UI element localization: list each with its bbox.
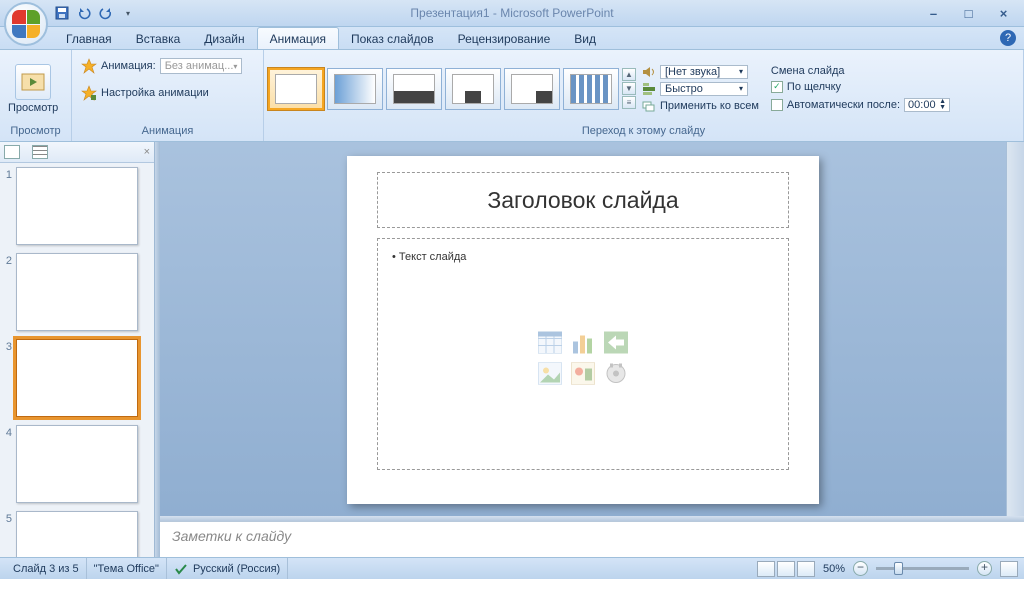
transition-speed-dropdown[interactable]: Быстро▾ xyxy=(660,82,748,96)
transition-sound-dropdown[interactable]: [Нет звука]▾ xyxy=(660,65,748,79)
minimize-button[interactable]: – xyxy=(923,5,944,21)
gallery-up-icon[interactable]: ▲ xyxy=(622,68,636,81)
content-placeholder[interactable]: • Текст слайда xyxy=(377,238,789,470)
transition-item-4[interactable] xyxy=(445,68,501,110)
slide-thumb-2[interactable] xyxy=(16,253,138,331)
preview-label: Просмотр xyxy=(8,102,58,114)
transition-speed-row[interactable]: Быстро▾ xyxy=(642,81,759,97)
status-theme: "Тема Office" xyxy=(87,558,167,579)
maximize-button[interactable]: □ xyxy=(958,5,979,21)
thumb-number: 3 xyxy=(2,339,12,353)
slide-thumb-1[interactable] xyxy=(16,167,138,245)
spellcheck-icon xyxy=(174,562,188,576)
qat-menu-icon[interactable]: ▾ xyxy=(120,5,136,21)
panel-close-icon[interactable]: × xyxy=(144,146,150,158)
tab-design[interactable]: Дизайн xyxy=(192,28,256,49)
auto-after-checkbox[interactable]: Автоматически после: 00:00▲▼ xyxy=(771,97,950,113)
status-language[interactable]: Русский (Россия) xyxy=(167,558,288,579)
window-title: Презентация1 - Microsoft PowerPoint xyxy=(410,6,613,20)
status-slide-count: Слайд 3 из 5 xyxy=(6,558,87,579)
tab-review[interactable]: Рецензирование xyxy=(446,28,563,49)
transition-gallery: ▲ ▼ ≡ xyxy=(268,64,636,114)
thumb-number: 5 xyxy=(2,511,12,525)
gallery-down-icon[interactable]: ▼ xyxy=(622,82,636,95)
transition-item-5[interactable] xyxy=(504,68,560,110)
content-insert-icons xyxy=(536,329,630,386)
thumb-number: 1 xyxy=(2,167,12,181)
advance-title: Смена слайда xyxy=(771,65,950,77)
notes-pane[interactable]: Заметки к слайду xyxy=(160,521,1024,557)
slide-thumbnails: 1 2 3 4 5 xyxy=(0,163,154,557)
office-button[interactable] xyxy=(4,2,48,46)
on-click-checkbox[interactable]: ✓ По щелчку xyxy=(771,80,950,94)
help-icon[interactable]: ? xyxy=(1000,30,1016,46)
preview-button[interactable]: Просмотр xyxy=(4,62,62,116)
office-logo-icon xyxy=(12,10,40,38)
slide-thumb-5[interactable] xyxy=(16,511,138,557)
group-transition-label: Переход к этому слайду xyxy=(268,125,1019,139)
insert-clipart-icon[interactable] xyxy=(569,360,597,386)
zoom-percent[interactable]: 50% xyxy=(823,563,845,575)
transition-sound-row[interactable]: [Нет звука]▾ xyxy=(642,64,759,80)
zoom-slider-thumb[interactable] xyxy=(894,562,903,575)
redo-icon[interactable] xyxy=(98,5,114,21)
vertical-scrollbar[interactable] xyxy=(1006,142,1024,516)
preview-icon xyxy=(15,64,51,100)
zoom-slider[interactable] xyxy=(876,567,969,570)
insert-picture-icon[interactable] xyxy=(536,360,564,386)
zoom-in-button[interactable]: + xyxy=(977,561,992,576)
group-preview-label: Просмотр xyxy=(4,125,67,139)
tab-animation[interactable]: Анимация xyxy=(257,27,339,49)
slide-canvas[interactable]: Заголовок слайда • Текст слайда xyxy=(160,142,1006,516)
checkbox-checked-icon: ✓ xyxy=(771,81,783,93)
outline-tab-icon[interactable] xyxy=(32,145,48,159)
transition-item-2[interactable] xyxy=(327,68,383,110)
slide-thumb-4[interactable] xyxy=(16,425,138,503)
custom-anim-icon xyxy=(81,85,97,101)
sound-icon xyxy=(642,65,656,79)
close-button[interactable]: × xyxy=(993,5,1014,21)
custom-animation-button[interactable]: Настройка анимации xyxy=(78,83,212,103)
thumb-number: 2 xyxy=(2,253,12,267)
transition-none[interactable] xyxy=(268,68,324,110)
tab-home[interactable]: Главная xyxy=(54,28,124,49)
auto-after-spinner[interactable]: 00:00▲▼ xyxy=(904,98,950,112)
insert-chart-icon[interactable] xyxy=(569,329,597,355)
tab-view[interactable]: Вид xyxy=(562,28,608,49)
gallery-more-icon[interactable]: ≡ xyxy=(622,96,636,109)
animation-dropdown-row[interactable]: Анимация: Без анимац...▾ xyxy=(78,56,245,76)
tab-slideshow[interactable]: Показ слайдов xyxy=(339,28,446,49)
apply-all-icon xyxy=(642,99,656,113)
slideshow-view-button[interactable] xyxy=(797,561,815,577)
speed-icon xyxy=(642,82,656,96)
body-bullet: • xyxy=(392,251,399,263)
title-placeholder[interactable]: Заголовок слайда xyxy=(377,172,789,228)
animation-dropdown[interactable]: Без анимац...▾ xyxy=(160,58,243,74)
tab-insert[interactable]: Вставка xyxy=(124,28,193,49)
save-icon[interactable] xyxy=(54,5,70,21)
insert-smartart-icon[interactable] xyxy=(602,329,630,355)
insert-table-icon[interactable] xyxy=(536,329,564,355)
slides-tab-icon[interactable] xyxy=(4,145,20,159)
slide: Заголовок слайда • Текст слайда xyxy=(347,156,819,504)
sorter-view-button[interactable] xyxy=(777,561,795,577)
transition-item-3[interactable] xyxy=(386,68,442,110)
normal-view-button[interactable] xyxy=(757,561,775,577)
transition-item-6[interactable] xyxy=(563,68,619,110)
anim-star-icon xyxy=(81,58,97,74)
thumb-number: 4 xyxy=(2,425,12,439)
undo-icon[interactable] xyxy=(76,5,92,21)
insert-media-icon[interactable] xyxy=(602,360,630,386)
group-anim-label: Анимация xyxy=(76,125,259,139)
slide-thumb-3[interactable] xyxy=(16,339,138,417)
apply-all-button[interactable]: Применить ко всем xyxy=(642,98,759,114)
zoom-out-button[interactable]: − xyxy=(853,561,868,576)
fit-window-button[interactable] xyxy=(1000,561,1018,577)
checkbox-unchecked-icon xyxy=(771,99,783,111)
